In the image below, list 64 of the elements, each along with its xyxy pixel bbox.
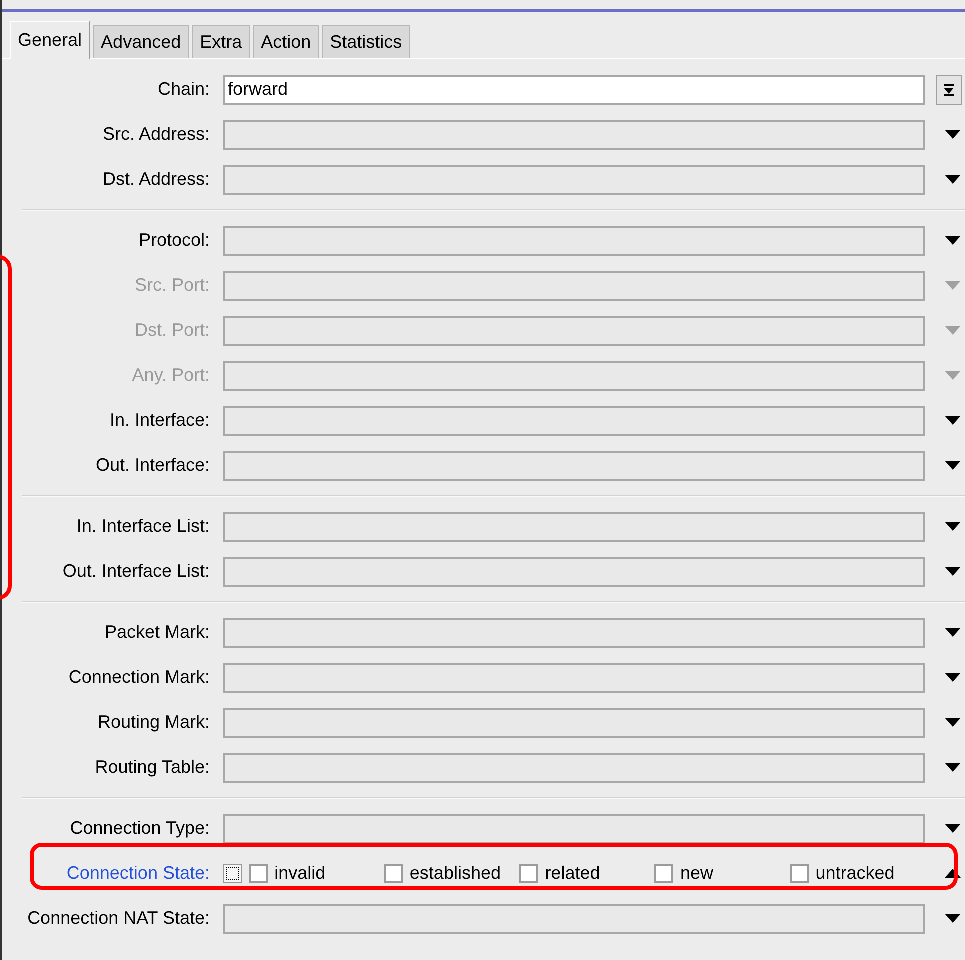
checkbox-label: established — [410, 863, 501, 884]
dropdown-arrow-icon[interactable] — [945, 522, 961, 531]
tab[interactable]: Advanced — [93, 25, 190, 58]
dropdown-arrow-icon[interactable] — [945, 718, 961, 727]
combo-field[interactable] — [223, 406, 925, 436]
tab[interactable]: Extra — [192, 25, 250, 58]
combo-field[interactable] — [223, 450, 925, 480]
field-label: Routing Table: — [95, 757, 210, 778]
field-label: In. Interface List: — [76, 516, 210, 537]
dropdown-arrow-icon[interactable] — [945, 914, 961, 923]
combo-field[interactable] — [223, 618, 925, 648]
field-label: Connection Type: — [70, 818, 210, 839]
combo-field[interactable] — [223, 120, 925, 150]
checkbox-label: related — [545, 863, 600, 884]
checkbox-label: invalid — [274, 863, 326, 884]
dropdown-arrow-icon[interactable] — [945, 416, 961, 425]
dropdown-arrow-icon[interactable] — [945, 628, 961, 637]
dropdown-arrow-icon[interactable] — [945, 567, 961, 576]
tab[interactable]: General — [10, 21, 90, 59]
combo-field[interactable] — [223, 226, 925, 256]
checkbox[interactable] — [790, 864, 809, 883]
field-label: Out. Interface List: — [62, 561, 210, 582]
field-label: Src. Port: — [134, 275, 210, 296]
combo-field[interactable] — [223, 556, 925, 586]
field-label: In. Interface: — [110, 410, 210, 431]
field-label: Connection State: — [66, 863, 210, 884]
combo-field[interactable] — [223, 164, 925, 194]
dropdown-arrow-icon[interactable] — [945, 175, 961, 184]
dropdown-arrow-icon[interactable] — [945, 461, 961, 470]
dropdown-arrow-icon[interactable] — [945, 236, 961, 245]
negate-toggle[interactable] — [223, 864, 242, 883]
checkbox[interactable] — [248, 864, 268, 883]
combo-field[interactable] — [223, 904, 925, 934]
combo-field[interactable] — [223, 708, 925, 738]
collapse-arrow-icon[interactable] — [945, 869, 961, 878]
field-label: Routing Mark: — [98, 712, 210, 733]
combo-field[interactable] — [223, 814, 925, 844]
field-label: Connection NAT State: — [28, 908, 210, 929]
dropdown-button[interactable] — [936, 74, 962, 104]
field-label: Out. Interface: — [96, 455, 210, 476]
dropdown-arrow-icon[interactable] — [945, 130, 961, 139]
checkbox-label: untracked — [816, 863, 895, 884]
field-label: Dst. Address: — [102, 169, 210, 190]
chain-field[interactable]: forward — [223, 74, 925, 104]
field-label: Src. Address: — [102, 124, 210, 145]
tab[interactable]: Action — [253, 25, 320, 58]
checkbox[interactable] — [519, 864, 538, 883]
field-label: Connection Mark: — [68, 667, 210, 688]
field-label: Dst. Port: — [134, 320, 210, 341]
dropdown-bar-icon — [942, 84, 954, 96]
dropdown-arrow-icon[interactable] — [945, 673, 961, 682]
field-label: Any. Port: — [132, 365, 210, 386]
dropdown-arrow-icon[interactable] — [945, 763, 961, 772]
field-label: Chain: — [158, 79, 210, 100]
dropdown-arrow-icon[interactable] — [945, 824, 961, 833]
combo-field[interactable] — [223, 662, 925, 692]
tab[interactable]: Statistics — [322, 25, 410, 58]
checkbox[interactable] — [384, 864, 403, 883]
field-label: Packet Mark: — [104, 622, 210, 643]
checkbox[interactable] — [654, 864, 674, 883]
combo-field[interactable] — [223, 752, 925, 782]
combo-field[interactable] — [223, 512, 925, 542]
field-label: Protocol: — [138, 230, 210, 251]
checkbox-label: new — [680, 863, 714, 884]
